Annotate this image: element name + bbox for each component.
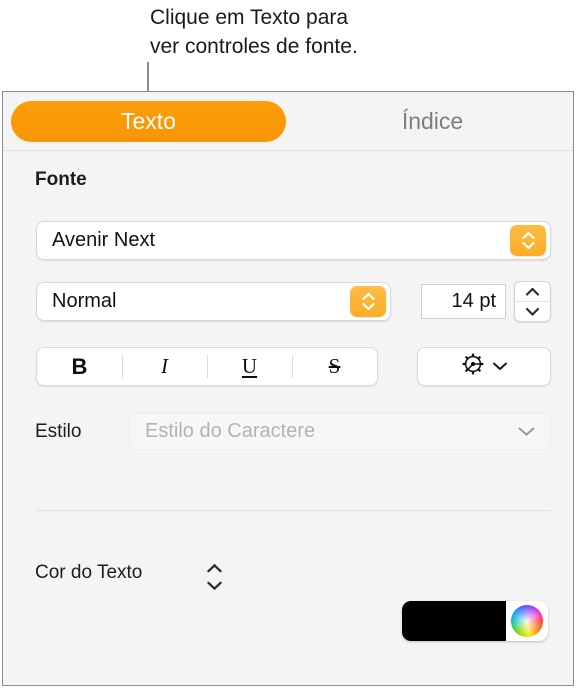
font-size-stepper-down[interactable] bbox=[515, 302, 550, 321]
font-size-value: 14 pt bbox=[451, 290, 496, 312]
font-typeface-stepper[interactable] bbox=[350, 286, 386, 317]
tab-texto[interactable]: Texto bbox=[11, 101, 286, 142]
chevron-down-icon bbox=[206, 578, 223, 596]
chevron-down-icon bbox=[361, 303, 375, 310]
text-color-well[interactable] bbox=[402, 601, 548, 641]
strikethrough-button[interactable]: S bbox=[292, 348, 377, 385]
font-family-value: Avenir Next bbox=[52, 229, 156, 251]
font-options-button[interactable] bbox=[417, 347, 551, 386]
chevron-up-icon bbox=[521, 232, 535, 239]
chevron-down-icon bbox=[517, 426, 536, 437]
tab-bar: Texto Índice bbox=[3, 92, 573, 151]
strikethrough-label: S bbox=[328, 354, 341, 378]
chevron-up-icon bbox=[206, 560, 223, 578]
section-heading-fonte: Fonte bbox=[35, 169, 87, 190]
callout-text: Clique em Texto para ver controles de fo… bbox=[150, 6, 358, 58]
color-wheel-icon bbox=[511, 605, 543, 637]
tab-indice-label: Índice bbox=[401, 108, 464, 134]
color-picker-button[interactable] bbox=[506, 605, 548, 637]
font-size-stepper[interactable] bbox=[514, 281, 551, 322]
chevron-down-icon bbox=[525, 303, 540, 321]
italic-label: I bbox=[161, 354, 168, 378]
format-sidebar-panel: Texto Índice Fonte Avenir Next Normal 14… bbox=[2, 91, 574, 686]
text-format-segmented-control: B I U S bbox=[36, 347, 378, 386]
tab-indice[interactable]: Índice bbox=[295, 101, 570, 142]
chevron-down-icon bbox=[521, 242, 535, 249]
italic-button[interactable]: I bbox=[122, 348, 207, 385]
character-style-popup-button[interactable]: Estilo do Caractere bbox=[129, 413, 551, 450]
character-style-placeholder: Estilo do Caractere bbox=[145, 420, 316, 442]
font-typeface-popup-button[interactable]: Normal bbox=[36, 282, 391, 321]
tab-texto-label: Texto bbox=[121, 108, 176, 134]
section-divider bbox=[36, 510, 551, 511]
bold-label: B bbox=[71, 353, 88, 379]
font-size-input[interactable]: 14 pt bbox=[421, 284, 506, 319]
callout-annotation: Clique em Texto para ver controles de fo… bbox=[0, 0, 577, 104]
underline-button[interactable]: U bbox=[207, 348, 292, 385]
text-color-label: Cor do Texto bbox=[35, 562, 143, 583]
chevron-down-icon bbox=[492, 358, 508, 376]
font-family-stepper[interactable] bbox=[510, 225, 546, 256]
chevron-up-icon bbox=[361, 293, 375, 300]
underline-label: U bbox=[241, 354, 258, 378]
font-size-stepper-up[interactable] bbox=[515, 282, 550, 302]
bold-button[interactable]: B bbox=[37, 348, 122, 385]
font-family-popup-button[interactable]: Avenir Next bbox=[36, 221, 551, 260]
chevron-up-icon bbox=[525, 283, 540, 301]
character-style-label: Estilo bbox=[35, 421, 82, 442]
text-color-swatch[interactable] bbox=[402, 601, 506, 641]
font-typeface-value: Normal bbox=[52, 290, 117, 312]
text-color-stepper[interactable] bbox=[204, 560, 224, 590]
gear-icon bbox=[460, 351, 486, 382]
